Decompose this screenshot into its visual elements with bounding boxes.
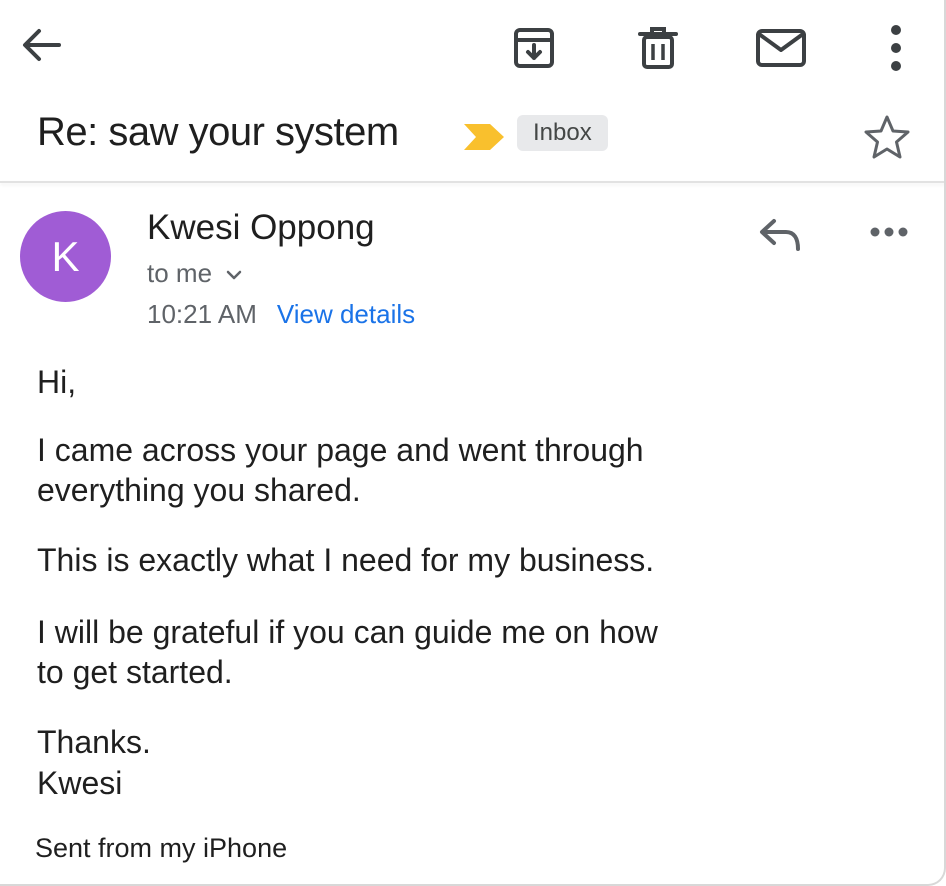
arrow-left-icon xyxy=(23,29,61,61)
body-paragraph-1-line-2: everything you shared. xyxy=(37,472,361,508)
recipient-toggle[interactable]: to me xyxy=(147,256,242,290)
email-signature: Sent from my iPhone xyxy=(35,833,288,863)
subject-row: Re: saw your system Inbox xyxy=(0,96,944,180)
envelope-icon xyxy=(756,29,806,67)
body-paragraph-3-line-2: to get started. xyxy=(37,654,233,690)
body-paragraph-2: This is exactly what I need for my busin… xyxy=(37,542,655,578)
delete-button[interactable] xyxy=(630,20,686,76)
body-paragraph-1-line-1: I came across your page and went through xyxy=(37,432,644,468)
inbox-label-chip[interactable]: Inbox xyxy=(517,115,608,151)
reply-button[interactable] xyxy=(750,210,810,260)
archive-button[interactable] xyxy=(506,20,562,76)
chevron-down-icon xyxy=(226,270,242,280)
body-greeting: Hi, xyxy=(37,364,77,400)
top-toolbar xyxy=(0,0,944,90)
back-button[interactable] xyxy=(14,18,68,72)
body-closing: Thanks. xyxy=(37,724,151,760)
header-divider xyxy=(0,181,944,183)
email-view: Re: saw your system Inbox K Kwesi Oppong… xyxy=(0,0,946,886)
mark-unread-button[interactable] xyxy=(750,20,812,76)
view-details-link[interactable]: View details xyxy=(277,299,415,330)
body-paragraph-3-line-1: I will be grateful if you can guide me o… xyxy=(37,614,658,650)
horizontal-dots-icon xyxy=(870,227,908,237)
sender-name[interactable]: Kwesi Oppong xyxy=(147,208,375,248)
vertical-dots-icon xyxy=(891,25,901,71)
archive-icon xyxy=(514,28,554,68)
trash-icon xyxy=(638,27,678,69)
star-button[interactable] xyxy=(860,112,914,162)
email-timestamp: 10:21 AM xyxy=(147,298,257,329)
body-closing-name: Kwesi xyxy=(37,765,123,801)
email-subject: Re: saw your system xyxy=(37,110,399,154)
message-more-button[interactable] xyxy=(862,210,916,254)
sender-avatar[interactable]: K xyxy=(20,211,111,302)
star-outline-icon xyxy=(864,115,910,159)
time-line: 10:21 AM View details xyxy=(147,297,415,331)
more-options-button[interactable] xyxy=(876,18,916,78)
reply-icon xyxy=(760,219,800,251)
recipient-text: to me xyxy=(147,257,213,288)
importance-marker-icon[interactable] xyxy=(462,122,506,152)
